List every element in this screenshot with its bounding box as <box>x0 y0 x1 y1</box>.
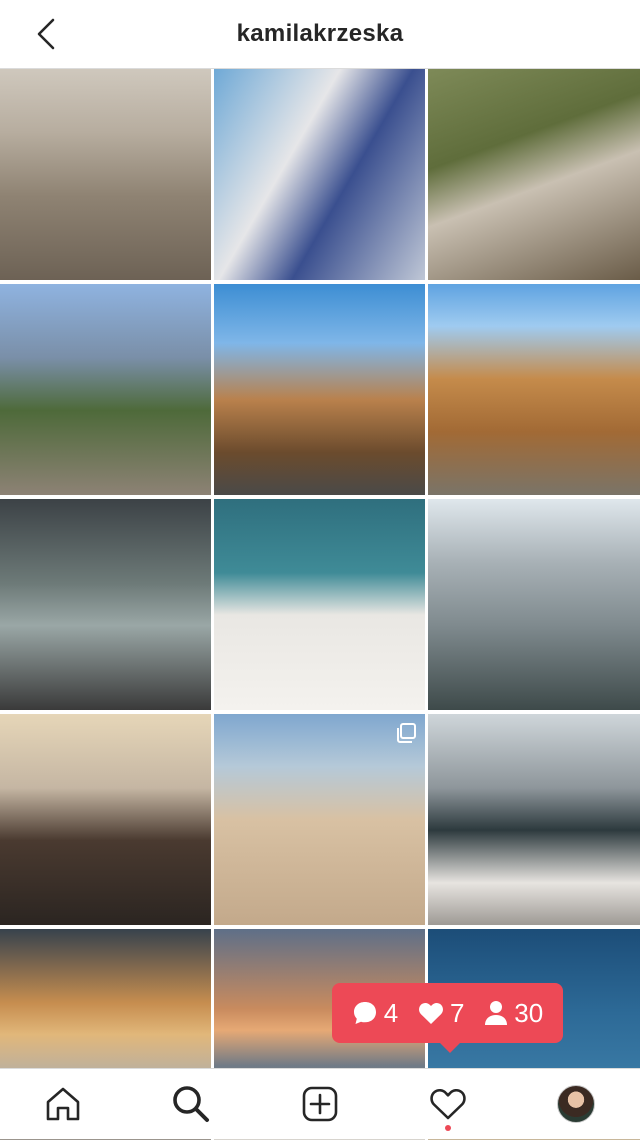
likes-count: 7 <box>418 997 465 1029</box>
nav-home-button[interactable] <box>40 1081 86 1127</box>
bottom-navigation <box>0 1068 640 1139</box>
activity-notification-bubble[interactable]: 4 7 30 <box>332 983 563 1053</box>
comments-count: 4 <box>352 998 398 1029</box>
post-thumbnail[interactable] <box>0 69 211 280</box>
carousel-icon <box>397 723 416 743</box>
post-thumbnail[interactable] <box>428 284 640 495</box>
likes-count-value: 7 <box>450 997 465 1028</box>
post-thumbnail[interactable] <box>214 499 425 710</box>
activity-heart-icon <box>430 1088 466 1120</box>
comment-bubble-icon <box>353 1002 376 1024</box>
post-thumbnail[interactable] <box>214 714 425 925</box>
nav-new-post-button[interactable] <box>297 1081 343 1127</box>
profile-avatar <box>557 1085 595 1123</box>
post-thumbnail[interactable] <box>214 69 425 280</box>
search-icon <box>173 1086 209 1122</box>
follows-count: 30 <box>484 998 543 1029</box>
post-thumbnail[interactable] <box>0 499 211 710</box>
heart-icon <box>419 1002 444 1024</box>
post-thumbnail[interactable] <box>0 284 211 495</box>
home-icon <box>46 1087 80 1121</box>
profile-username-title: kamilakrzeska <box>236 20 404 47</box>
new-post-icon <box>302 1086 338 1122</box>
post-thumbnail[interactable] <box>428 499 640 710</box>
activity-indicator-dot <box>445 1125 451 1131</box>
nav-profile-button[interactable] <box>553 1081 599 1127</box>
comments-count-value: 4 <box>383 997 399 1028</box>
posts-grid <box>0 69 640 1140</box>
nav-search-button[interactable] <box>168 1081 214 1127</box>
follows-count-value: 30 <box>514 997 544 1028</box>
post-thumbnail[interactable] <box>0 714 211 925</box>
post-thumbnail[interactable] <box>428 69 640 280</box>
nav-activity-button[interactable] <box>425 1081 471 1127</box>
post-thumbnail[interactable] <box>428 714 640 925</box>
person-icon <box>485 1001 508 1025</box>
post-thumbnail[interactable] <box>214 284 425 495</box>
top-bar: kamilakrzeska <box>0 0 640 69</box>
